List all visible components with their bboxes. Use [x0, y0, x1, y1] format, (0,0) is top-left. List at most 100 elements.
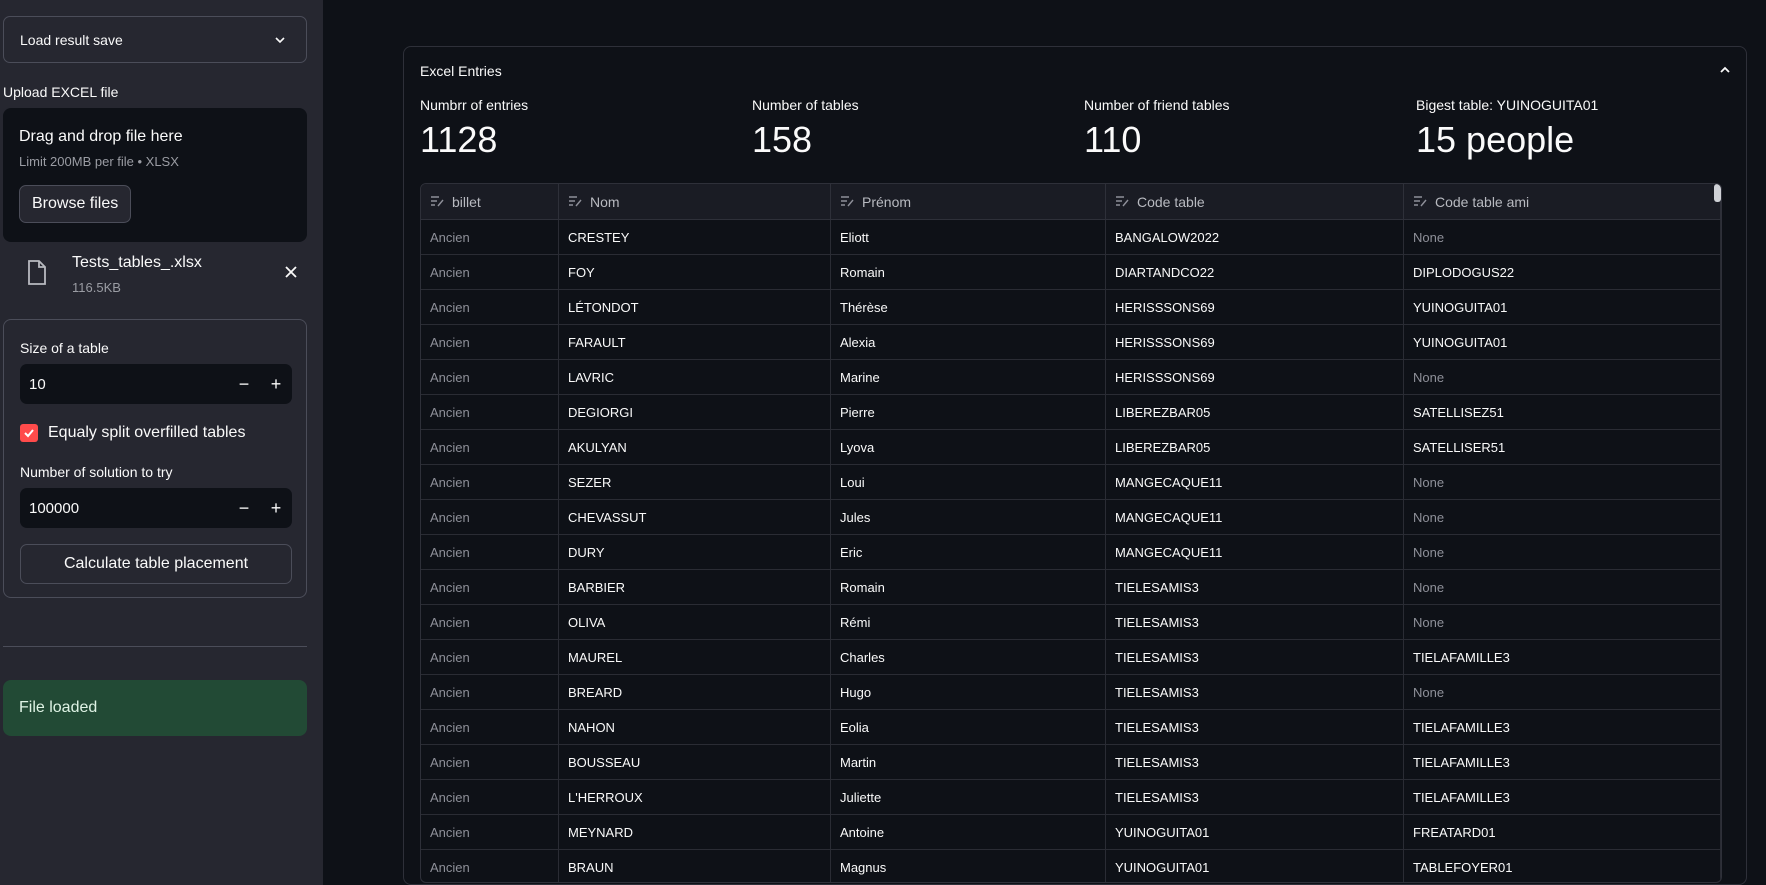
table-row[interactable]: Ancien MEYNARD Antoine YUINOGUITA01 FREATARD… [421, 815, 1721, 850]
cell-code-table[interactable]: TIELESAMIS3 [1106, 570, 1404, 604]
cell-nom[interactable]: BOUSSEAU [559, 745, 831, 779]
cell-prenom[interactable]: Pierre [831, 395, 1106, 429]
cell-nom[interactable]: LAVRIC [559, 360, 831, 394]
chevron-up-icon[interactable] [1718, 63, 1732, 82]
cell-code-table[interactable]: MANGECAQUE11 [1106, 465, 1404, 499]
cell-billet[interactable]: Ancien [421, 220, 559, 254]
cell-code-table-ami[interactable]: None [1404, 500, 1721, 534]
cell-billet[interactable]: Ancien [421, 255, 559, 289]
table-row[interactable]: Ancien AKULYAN Lyova LIBEREZBAR05 SATELLISER… [421, 430, 1721, 465]
cell-prenom[interactable]: Loui [831, 465, 1106, 499]
cell-prenom[interactable]: Hugo [831, 675, 1106, 709]
cell-nom[interactable]: DURY [559, 535, 831, 569]
table-row[interactable]: Ancien BREARD Hugo TIELESAMIS3 None [421, 675, 1721, 710]
file-dropzone[interactable]: Drag and drop file here Limit 200MB per … [3, 108, 307, 242]
column-header-code-table[interactable]: Code table [1106, 184, 1404, 219]
scrollbar[interactable] [1714, 184, 1721, 202]
equal-split-checkbox-row[interactable]: Equaly split overfilled tables [20, 424, 245, 442]
cell-prenom[interactable]: Martin [831, 745, 1106, 779]
cell-code-table[interactable]: LIBEREZBAR05 [1106, 395, 1404, 429]
cell-nom[interactable]: DEGIORGI [559, 395, 831, 429]
cell-billet[interactable]: Ancien [421, 535, 559, 569]
cell-prenom[interactable]: Jules [831, 500, 1106, 534]
table-row[interactable]: Ancien DURY Eric MANGECAQUE11 None [421, 535, 1721, 570]
cell-code-table-ami[interactable]: None [1404, 570, 1721, 604]
cell-code-table[interactable]: TIELESAMIS3 [1106, 745, 1404, 779]
cell-billet[interactable]: Ancien [421, 325, 559, 359]
cell-code-table[interactable]: LIBEREZBAR05 [1106, 430, 1404, 464]
table-row[interactable]: Ancien LÉTONDOT Thérèse HERISSSONS69 YUINOGU… [421, 290, 1721, 325]
cell-nom[interactable]: OLIVA [559, 605, 831, 639]
table-row[interactable]: Ancien L'HERROUX Juliette TIELESAMIS3 TIELAF… [421, 780, 1721, 815]
cell-prenom[interactable]: Thérèse [831, 290, 1106, 324]
cell-code-table-ami[interactable]: DIPLODOGUS22 [1404, 255, 1721, 289]
cell-nom[interactable]: BARBIER [559, 570, 831, 604]
cell-code-table[interactable]: BANGALOW2022 [1106, 220, 1404, 254]
cell-code-table-ami[interactable]: YUINOGUITA01 [1404, 290, 1721, 324]
cell-code-table[interactable]: TIELESAMIS3 [1106, 780, 1404, 814]
table-row[interactable]: Ancien CRESTEY Eliott BANGALOW2022 None [421, 220, 1721, 255]
solutions-input[interactable]: 100000 − + [20, 488, 292, 528]
cell-nom[interactable]: SEZER [559, 465, 831, 499]
column-header-billet[interactable]: billet [421, 184, 559, 219]
cell-nom[interactable]: CHEVASSUT [559, 500, 831, 534]
cell-billet[interactable]: Ancien [421, 395, 559, 429]
cell-billet[interactable]: Ancien [421, 675, 559, 709]
calculate-button[interactable]: Calculate table placement [20, 544, 292, 584]
table-row[interactable]: Ancien BRAUN Magnus YUINOGUITA01 TABLEFOYER0… [421, 850, 1721, 882]
cell-prenom[interactable]: Romain [831, 570, 1106, 604]
browse-files-button[interactable]: Browse files [19, 185, 132, 223]
cell-nom[interactable]: MAUREL [559, 640, 831, 674]
cell-code-table-ami[interactable]: SATELLISEZ51 [1404, 395, 1721, 429]
cell-billet[interactable]: Ancien [421, 815, 559, 849]
cell-nom[interactable]: FOY [559, 255, 831, 289]
cell-nom[interactable]: MEYNARD [559, 815, 831, 849]
cell-prenom[interactable]: Lyova [831, 430, 1106, 464]
cell-prenom[interactable]: Romain [831, 255, 1106, 289]
cell-code-table-ami[interactable]: TIELAFAMILLE3 [1404, 640, 1721, 674]
cell-prenom[interactable]: Juliette [831, 780, 1106, 814]
cell-code-table[interactable]: MANGECAQUE11 [1106, 500, 1404, 534]
cell-billet[interactable]: Ancien [421, 360, 559, 394]
table-row[interactable]: Ancien MAUREL Charles TIELESAMIS3 TIELAFAMIL… [421, 640, 1721, 675]
table-row[interactable]: Ancien SEZER Loui MANGECAQUE11 None [421, 465, 1721, 500]
cell-prenom[interactable]: Magnus [831, 850, 1106, 882]
table-row[interactable]: Ancien CHEVASSUT Jules MANGECAQUE11 None [421, 500, 1721, 535]
entries-table[interactable]: billet Nom Prénom Code table Code table ami … [420, 183, 1722, 883]
table-row[interactable]: Ancien FARAULT Alexia HERISSSONS69 YUINOGUIT… [421, 325, 1721, 360]
cell-nom[interactable]: AKULYAN [559, 430, 831, 464]
cell-nom[interactable]: CRESTEY [559, 220, 831, 254]
cell-billet[interactable]: Ancien [421, 710, 559, 744]
cell-billet[interactable]: Ancien [421, 605, 559, 639]
cell-billet[interactable]: Ancien [421, 570, 559, 604]
column-header-code-table-ami[interactable]: Code table ami [1404, 184, 1721, 219]
cell-billet[interactable]: Ancien [421, 850, 559, 882]
cell-prenom[interactable]: Alexia [831, 325, 1106, 359]
cell-billet[interactable]: Ancien [421, 290, 559, 324]
cell-code-table-ami[interactable]: TIELAFAMILLE3 [1404, 780, 1721, 814]
cell-code-table[interactable]: HERISSSONS69 [1106, 360, 1404, 394]
cell-code-table-ami[interactable]: FREATARD01 [1404, 815, 1721, 849]
cell-code-table[interactable]: TIELESAMIS3 [1106, 710, 1404, 744]
cell-nom[interactable]: FARAULT [559, 325, 831, 359]
table-row[interactable]: Ancien OLIVA Rémi TIELESAMIS3 None [421, 605, 1721, 640]
table-row[interactable]: Ancien BOUSSEAU Martin TIELESAMIS3 TIELAFAMI… [421, 745, 1721, 780]
cell-nom[interactable]: L'HERROUX [559, 780, 831, 814]
cell-code-table-ami[interactable]: None [1404, 675, 1721, 709]
cell-code-table-ami[interactable]: YUINOGUITA01 [1404, 325, 1721, 359]
cell-code-table-ami[interactable]: None [1404, 220, 1721, 254]
column-header-nom[interactable]: Nom [559, 184, 831, 219]
cell-code-table[interactable]: MANGECAQUE11 [1106, 535, 1404, 569]
table-row[interactable]: Ancien FOY Romain DIARTANDCO22 DIPLODOGUS22 [421, 255, 1721, 290]
load-result-select[interactable]: Load result save [3, 16, 307, 63]
column-header-prenom[interactable]: Prénom [831, 184, 1106, 219]
cell-code-table[interactable]: YUINOGUITA01 [1106, 850, 1404, 882]
size-input[interactable]: 10 − + [20, 364, 292, 404]
cell-code-table[interactable]: HERISSSONS69 [1106, 325, 1404, 359]
increment-button[interactable]: + [260, 364, 292, 404]
cell-billet[interactable]: Ancien [421, 465, 559, 499]
cell-billet[interactable]: Ancien [421, 500, 559, 534]
table-row[interactable]: Ancien NAHON Eolia TIELESAMIS3 TIELAFAMILLE3 [421, 710, 1721, 745]
cell-code-table-ami[interactable]: None [1404, 605, 1721, 639]
table-row[interactable]: Ancien LAVRIC Marine HERISSSONS69 None [421, 360, 1721, 395]
